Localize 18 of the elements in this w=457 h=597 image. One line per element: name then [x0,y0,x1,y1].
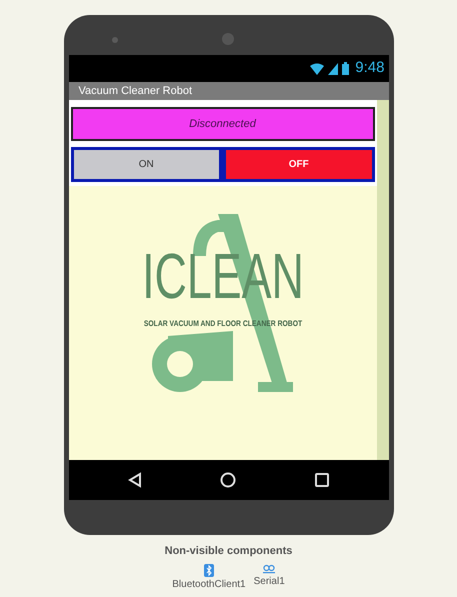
section-heading: Non-visible components [164,544,292,559]
status-label: Disconnected [70,107,374,141]
app-title: Vacuum Cleaner Robot [78,84,192,99]
signal-icon [328,62,338,74]
toggle-button[interactable]: OFF [226,150,372,179]
serial-icon [263,564,276,574]
speaker-icon [112,37,118,43]
wifi-icon [310,62,324,74]
battery-icon [342,62,350,75]
home-icon[interactable] [220,472,236,488]
clock-time: 9:48 [355,58,384,78]
component-label: Serial1 [254,574,285,588]
back-icon[interactable] [128,472,142,488]
camera-icon [222,33,234,45]
component-label: BluetoothClient1 [172,578,246,592]
bluetooth-icon [204,564,214,576]
toggle-button[interactable]: ON [74,150,219,179]
recent-apps-icon[interactable] [315,473,330,487]
